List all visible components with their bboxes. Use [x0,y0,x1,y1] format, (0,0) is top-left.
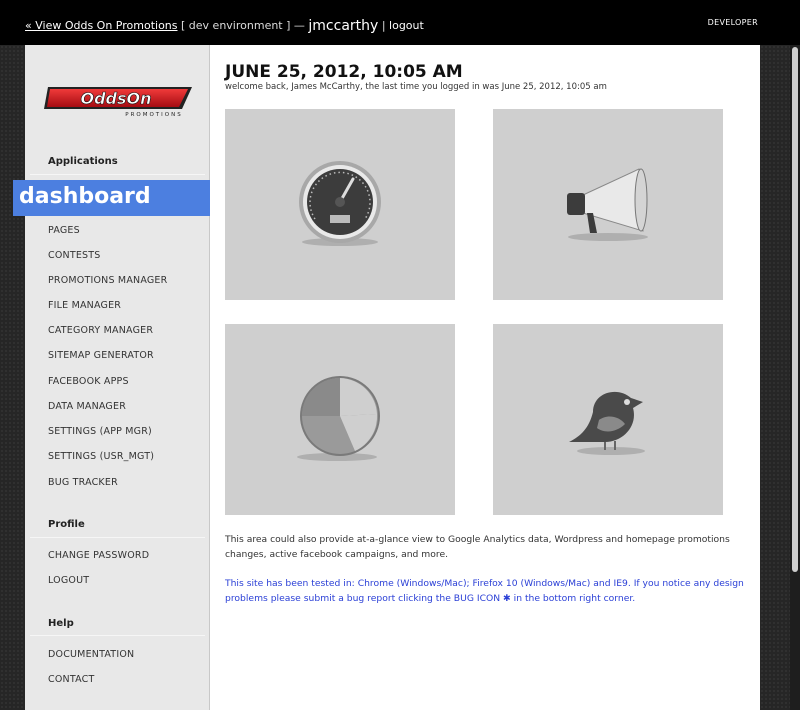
nav-dashboard[interactable]: dashboard [13,180,210,216]
scrollbar-thumb[interactable] [792,47,798,572]
divider [30,635,205,636]
dashboard-description: This area could also provide at-a-glance… [225,534,730,560]
role-label: DEVELOPER [707,18,758,27]
oddson-logo[interactable]: OddsOn PROMOTIONS [42,83,197,119]
tile-analytics[interactable] [225,109,455,300]
top-bar: « View Odds On Promotions [ dev environm… [0,0,800,45]
nav-change-password[interactable]: CHANGE PASSWORD [48,550,149,561]
logo-subtext: PROMOTIONS [125,112,182,118]
nav-contests[interactable]: CONTESTS [48,250,101,261]
nav-sitemap-generator[interactable]: SITEMAP GENERATOR [48,350,154,361]
bird-icon [569,391,645,455]
nav-file-manager[interactable]: FILE MANAGER [48,300,121,311]
nav-bug-tracker[interactable]: BUG TRACKER [48,477,118,488]
nav-logout[interactable]: LOGOUT [48,575,89,586]
sidebar: OddsOn PROMOTIONS Applications dashboard… [13,45,210,710]
separator: | [381,19,386,32]
environment-label: [ dev environment ] — [181,19,305,32]
nav-category-manager[interactable]: CATEGORY MANAGER [48,325,153,336]
tile-social[interactable] [493,324,723,515]
logo-text: OddsOn [80,89,151,108]
page-title: JUNE 25, 2012, 10:05 AM [225,62,463,82]
tile-reports[interactable] [225,324,455,515]
nav-documentation[interactable]: DOCUMENTATION [48,649,134,660]
megaphone-icon [567,168,648,241]
username: jmccarthy [308,18,379,34]
top-bar-left: « View Odds On Promotions [ dev environm… [25,17,424,34]
profile-heading: Profile [48,519,85,530]
help-heading: Help [48,618,74,629]
speedometer-icon [299,161,381,246]
nav-contact[interactable]: CONTACT [48,674,94,685]
pie-chart-icon [297,376,380,461]
divider [30,174,205,175]
nav-settings-app-mgr[interactable]: SETTINGS (APP MGR) [48,426,152,437]
browser-support-note: This site has been tested in: Chrome (Wi… [225,578,744,604]
nav-promotions-manager[interactable]: PROMOTIONS MANAGER [48,275,167,286]
nav-pages[interactable]: PAGES [48,225,80,236]
applications-heading: Applications [48,156,118,167]
nav-facebook-apps[interactable]: FACEBOOK APPS [48,376,129,387]
view-site-link[interactable]: « View Odds On Promotions [25,19,178,32]
welcome-message: welcome back, James McCarthy, the last t… [225,82,607,92]
logout-link[interactable]: logout [389,19,424,32]
main-content: JUNE 25, 2012, 10:05 AM welcome back, Ja… [210,45,760,710]
tile-promotions[interactable] [493,109,723,300]
divider [30,537,205,538]
scrollbar[interactable] [790,45,800,710]
nav-data-manager[interactable]: DATA MANAGER [48,401,126,412]
nav-settings-usr-mgt[interactable]: SETTINGS (USR_MGT) [48,451,154,462]
